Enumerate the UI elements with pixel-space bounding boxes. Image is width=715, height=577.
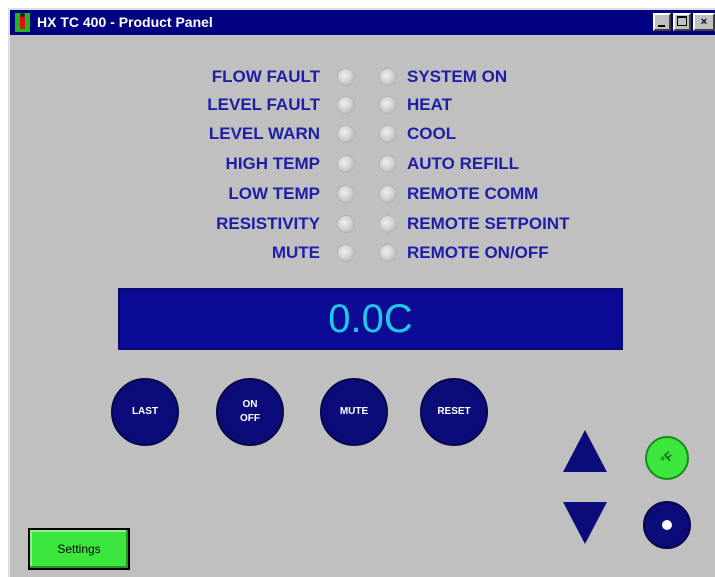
- mute-button-label: MUTE: [339, 406, 369, 417]
- temperature-reading: 0.0C: [328, 297, 413, 341]
- unit-toggle-label: °F: [657, 448, 677, 468]
- close-button[interactable]: ×: [693, 13, 715, 31]
- level-warn-led: [338, 126, 354, 142]
- on-off-button-label: ON OFF: [240, 399, 260, 424]
- temperature-display: 0.0C: [118, 288, 623, 350]
- reset-button-label: RESET: [437, 406, 471, 417]
- resistivity-led: [338, 216, 354, 232]
- remote-comm-led: [380, 186, 396, 202]
- mute-led: [338, 245, 354, 261]
- level-fault-label: LEVEL FAULT: [207, 95, 320, 114]
- on-off-button[interactable]: ON OFF: [216, 378, 284, 446]
- remote-setpoint-label: REMOTE SETPOINT: [407, 214, 570, 233]
- high-temp-led: [338, 156, 354, 172]
- low-temp-label: LOW TEMP: [228, 184, 320, 203]
- settings-button[interactable]: Settings: [28, 528, 130, 570]
- enter-button[interactable]: [643, 501, 691, 549]
- system-on-led: [380, 69, 396, 85]
- last-button-label: LAST: [131, 406, 159, 417]
- reset-button[interactable]: RESET: [420, 378, 488, 446]
- app-icon[interactable]: [15, 13, 30, 32]
- heat-led: [380, 97, 396, 113]
- product-panel-window: HX TC 400 - Product Panel × FLOW FAULT L…: [8, 8, 715, 577]
- flow-fault-led: [338, 69, 354, 85]
- arrow-down-icon[interactable]: [563, 502, 607, 544]
- level-warn-label: LEVEL WARN: [208, 124, 320, 143]
- last-button[interactable]: LAST: [111, 378, 179, 446]
- window-title: HX TC 400 - Product Panel: [37, 14, 213, 30]
- flow-fault-label: FLOW FAULT: [211, 67, 320, 86]
- unit-toggle-button[interactable]: °F: [645, 436, 689, 480]
- mute-button[interactable]: MUTE: [320, 378, 388, 446]
- cool-led: [380, 126, 396, 142]
- title-bar[interactable]: HX TC 400 - Product Panel ×: [10, 10, 715, 35]
- system-on-label: SYSTEM ON: [407, 67, 508, 86]
- minimize-button[interactable]: [653, 13, 671, 31]
- auto-refill-label: AUTO REFILL: [407, 154, 520, 173]
- arrow-up-icon[interactable]: [563, 430, 607, 472]
- maximize-button[interactable]: [673, 13, 691, 31]
- auto-refill-led: [380, 156, 396, 172]
- low-temp-led: [338, 186, 354, 202]
- cool-label: COOL: [407, 124, 457, 143]
- mute-label: MUTE: [271, 243, 320, 262]
- resistivity-label: RESISTIVITY: [216, 214, 320, 233]
- level-fault-led: [338, 97, 354, 113]
- remote-setpoint-led: [380, 216, 396, 232]
- remote-on-off-label: REMOTE ON/OFF: [407, 243, 549, 262]
- high-temp-label: HIGH TEMP: [225, 154, 320, 173]
- heat-label: HEAT: [407, 95, 453, 114]
- remote-on-off-led: [380, 245, 396, 261]
- remote-comm-label: REMOTE COMM: [407, 184, 539, 203]
